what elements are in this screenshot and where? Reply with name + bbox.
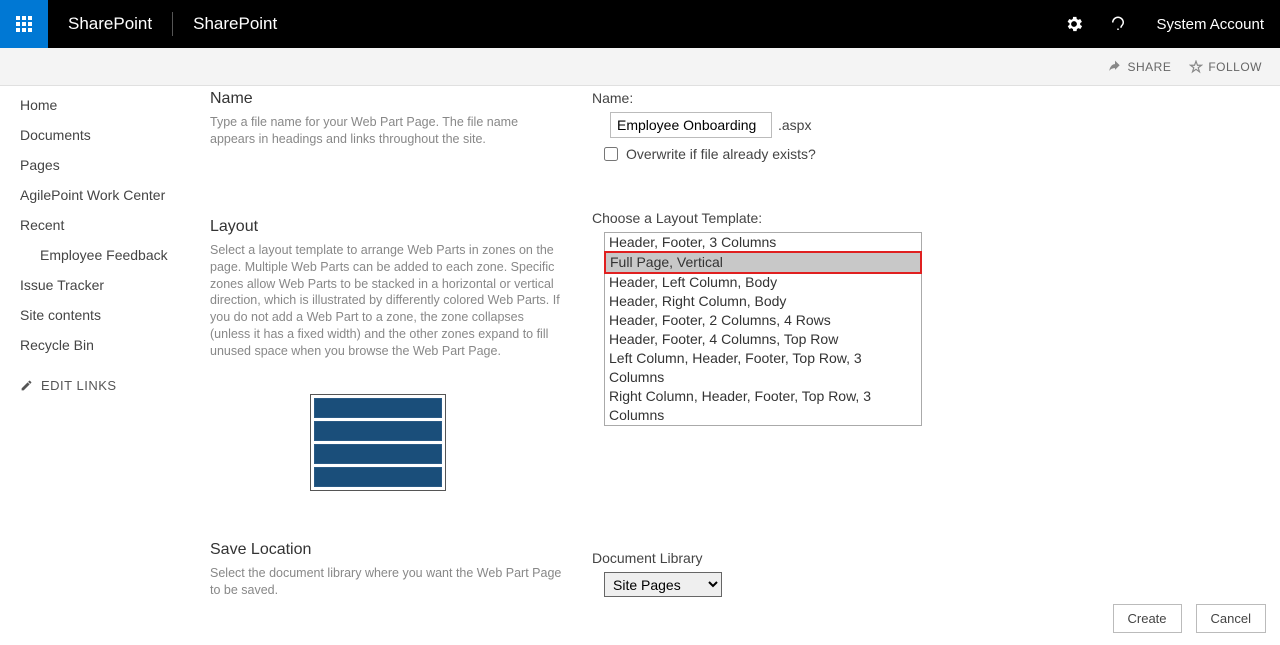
- form-content: Name Type a file name for your Web Part …: [210, 86, 1280, 639]
- fields-column: Name: .aspx Overwrite if file already ex…: [592, 90, 1280, 639]
- layout-field-group: Choose a Layout Template: Header, Footer…: [592, 210, 1280, 426]
- help-button[interactable]: [1096, 0, 1140, 48]
- pencil-icon: [20, 379, 33, 392]
- share-label: SHARE: [1127, 60, 1171, 74]
- cancel-button[interactable]: Cancel: [1196, 604, 1266, 633]
- brand-title-1[interactable]: SharePoint: [48, 14, 172, 34]
- help-icon: [1109, 15, 1127, 33]
- app-launcher-button[interactable]: [0, 0, 48, 48]
- edit-links-label: EDIT LINKS: [41, 378, 117, 393]
- main-content: Home Documents Pages AgilePoint Work Cen…: [0, 86, 1280, 639]
- section-name-desc: Name Type a file name for your Web Part …: [210, 90, 566, 148]
- overwrite-checkbox[interactable]: [604, 147, 618, 161]
- name-label: Name:: [592, 90, 1280, 106]
- star-icon: [1189, 60, 1203, 74]
- left-nav: Home Documents Pages AgilePoint Work Cen…: [0, 86, 210, 639]
- descriptions-column: Name Type a file name for your Web Part …: [210, 90, 592, 639]
- nav-site-contents[interactable]: Site contents: [0, 300, 210, 330]
- doclib-field-group: Document Library Site Pages: [592, 550, 1280, 597]
- nav-employee-feedback[interactable]: Employee Feedback: [0, 240, 210, 270]
- layout-option[interactable]: Right Column, Header, Footer, Top Row, 3…: [605, 387, 921, 425]
- nav-agilepoint[interactable]: AgilePoint Work Center: [0, 180, 210, 210]
- overwrite-label: Overwrite if file already exists?: [626, 146, 816, 162]
- settings-button[interactable]: [1052, 0, 1096, 48]
- follow-button[interactable]: FOLLOW: [1189, 60, 1262, 74]
- layout-label: Choose a Layout Template:: [592, 210, 1280, 226]
- share-button[interactable]: SHARE: [1108, 60, 1171, 74]
- nav-pages[interactable]: Pages: [0, 150, 210, 180]
- section-save-text: Select the document library where you wa…: [210, 565, 566, 599]
- section-name-text: Type a file name for your Web Part Page.…: [210, 114, 566, 148]
- nav-recent[interactable]: Recent: [0, 210, 210, 240]
- nav-issue-tracker[interactable]: Issue Tracker: [0, 270, 210, 300]
- extension-label: .aspx: [778, 117, 811, 133]
- section-name-title: Name: [210, 90, 566, 108]
- section-layout-text: Select a layout template to arrange Web …: [210, 242, 566, 360]
- account-name[interactable]: System Account: [1140, 16, 1280, 33]
- layout-template-list[interactable]: Header, Footer, 3 Columns Full Page, Ver…: [604, 232, 922, 426]
- name-field-group: Name: .aspx Overwrite if file already ex…: [592, 90, 1280, 162]
- nav-home[interactable]: Home: [0, 90, 210, 120]
- nav-documents[interactable]: Documents: [0, 120, 210, 150]
- section-save-title: Save Location: [210, 541, 566, 559]
- layout-option[interactable]: Header, Footer, 3 Columns: [605, 233, 921, 252]
- doclib-select[interactable]: Site Pages: [604, 572, 722, 597]
- section-save-desc: Save Location Select the document librar…: [210, 541, 566, 599]
- section-layout-desc: Layout Select a layout template to arran…: [210, 218, 566, 491]
- top-bar: SharePoint SharePoint System Account: [0, 0, 1280, 48]
- layout-option[interactable]: Header, Right Column, Body: [605, 292, 921, 311]
- layout-option-selected[interactable]: Full Page, Vertical: [606, 253, 920, 272]
- section-layout-title: Layout: [210, 218, 566, 236]
- follow-label: FOLLOW: [1208, 60, 1262, 74]
- doclib-label: Document Library: [592, 550, 1280, 566]
- waffle-icon: [16, 16, 32, 32]
- edit-links-button[interactable]: EDIT LINKS: [0, 360, 210, 393]
- button-row: Create Cancel: [1113, 604, 1267, 633]
- brand-title-2[interactable]: SharePoint: [173, 14, 297, 34]
- nav-recycle-bin[interactable]: Recycle Bin: [0, 330, 210, 360]
- layout-option[interactable]: Header, Left Column, Body: [605, 273, 921, 292]
- layout-preview: [310, 394, 446, 491]
- action-ribbon: SHARE FOLLOW: [0, 48, 1280, 86]
- layout-option[interactable]: Header, Footer, 4 Columns, Top Row: [605, 330, 921, 349]
- layout-option[interactable]: Header, Footer, 2 Columns, 4 Rows: [605, 311, 921, 330]
- create-button[interactable]: Create: [1113, 604, 1182, 633]
- name-input[interactable]: [610, 112, 772, 138]
- share-icon: [1108, 60, 1122, 74]
- gear-icon: [1064, 14, 1084, 34]
- layout-option[interactable]: Left Column, Header, Footer, Top Row, 3 …: [605, 349, 921, 387]
